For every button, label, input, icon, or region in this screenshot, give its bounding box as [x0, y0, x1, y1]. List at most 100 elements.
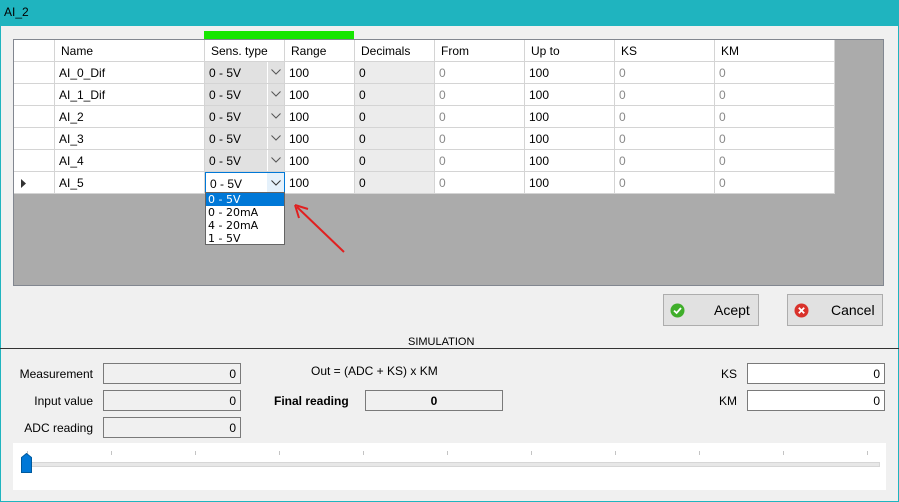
- decimals-cell[interactable]: 0: [355, 128, 435, 150]
- decimals-cell[interactable]: 0: [355, 84, 435, 106]
- measurement-label: Measurement: [19, 367, 93, 381]
- header-km[interactable]: KM: [715, 40, 835, 62]
- header-name[interactable]: Name: [55, 40, 205, 62]
- accept-button[interactable]: Acept: [663, 294, 759, 326]
- dropdown-option[interactable]: 1 - 5V: [206, 232, 284, 245]
- km-cell[interactable]: 0: [715, 84, 835, 106]
- chevron-down-icon[interactable]: [267, 106, 284, 127]
- slider-track[interactable]: [21, 462, 880, 467]
- chevron-down-icon[interactable]: [267, 62, 284, 83]
- header-decimals[interactable]: Decimals: [355, 40, 435, 62]
- from-cell[interactable]: 0: [435, 150, 525, 172]
- sens-type-combo[interactable]: 0 - 5V: [205, 84, 285, 106]
- table-row[interactable]: AI_1_Dif 0 - 5V 100 0 0 100 0 0: [14, 84, 835, 106]
- up-to-cell[interactable]: 100: [525, 84, 615, 106]
- range-cell[interactable]: 100: [285, 62, 355, 84]
- up-to-cell[interactable]: 100: [525, 128, 615, 150]
- table-row[interactable]: AI_4 0 - 5V 100 0 0 100 0 0: [14, 150, 835, 172]
- dropdown-option[interactable]: 4 - 20mA: [206, 219, 284, 232]
- ks-cell[interactable]: 0: [615, 62, 715, 84]
- ks-cell[interactable]: 0: [615, 84, 715, 106]
- up-to-cell[interactable]: 100: [525, 62, 615, 84]
- header-sens-type[interactable]: Sens. type: [205, 40, 285, 62]
- decimals-cell[interactable]: 0: [355, 106, 435, 128]
- from-cell[interactable]: 0: [435, 106, 525, 128]
- name-cell[interactable]: AI_3: [55, 128, 205, 150]
- km-cell[interactable]: 0: [715, 150, 835, 172]
- slider-tick: [615, 451, 616, 455]
- chevron-down-icon[interactable]: [267, 150, 284, 171]
- row-selector[interactable]: [14, 150, 55, 172]
- up-to-cell[interactable]: 100: [525, 150, 615, 172]
- range-cell[interactable]: 100: [285, 106, 355, 128]
- name-cell[interactable]: AI_1_Dif: [55, 84, 205, 106]
- dropdown-option[interactable]: 0 - 5V: [206, 193, 284, 206]
- decimals-cell[interactable]: 0: [355, 62, 435, 84]
- input-value-field: 0: [103, 390, 241, 411]
- grid-header-row: Name Sens. type Range Decimals From Up t…: [14, 40, 835, 62]
- channels-grid[interactable]: Name Sens. type Range Decimals From Up t…: [13, 39, 884, 286]
- from-cell[interactable]: 0: [435, 172, 525, 194]
- up-to-cell[interactable]: 100: [525, 106, 615, 128]
- ks-input[interactable]: 0: [747, 363, 885, 384]
- ks-cell[interactable]: 0: [615, 150, 715, 172]
- table-row[interactable]: AI_3 0 - 5V 100 0 0 100 0 0: [14, 128, 835, 150]
- dropdown-option[interactable]: 0 - 20mA: [206, 206, 284, 219]
- sens-type-combo[interactable]: 0 - 5V: [205, 128, 285, 150]
- cancel-button[interactable]: Cancel: [787, 294, 883, 326]
- header-ks[interactable]: KS: [615, 40, 715, 62]
- adc-reading-label: ADC reading: [24, 421, 93, 435]
- sens-type-combo[interactable]: 0 - 5V: [205, 150, 285, 172]
- row-selector[interactable]: [14, 62, 55, 84]
- sens-type-value: 0 - 5V: [209, 154, 242, 168]
- decimals-cell[interactable]: 0: [355, 150, 435, 172]
- row-selector[interactable]: [14, 128, 55, 150]
- window-title: AI_2: [4, 5, 29, 19]
- row-selector[interactable]: [14, 172, 55, 194]
- km-cell[interactable]: 0: [715, 62, 835, 84]
- chevron-down-icon[interactable]: [267, 128, 284, 149]
- table-row[interactable]: AI_2 0 - 5V 100 0 0 100 0 0: [14, 106, 835, 128]
- km-cell[interactable]: 0: [715, 106, 835, 128]
- from-cell[interactable]: 0: [435, 128, 525, 150]
- range-cell[interactable]: 100: [285, 150, 355, 172]
- ks-cell[interactable]: 0: [615, 172, 715, 194]
- table-row[interactable]: AI_0_Dif 0 - 5V 100 0 0 100 0 0: [14, 62, 835, 84]
- row-selector[interactable]: [14, 84, 55, 106]
- km-cell[interactable]: 0: [715, 128, 835, 150]
- header-from[interactable]: From: [435, 40, 525, 62]
- range-cell[interactable]: 100: [285, 84, 355, 106]
- final-reading-label: Final reading: [274, 394, 349, 408]
- up-to-cell[interactable]: 100: [525, 172, 615, 194]
- x-circle-icon: [794, 303, 809, 318]
- sens-type-combo[interactable]: 0 - 5V: [205, 62, 285, 84]
- chevron-down-icon[interactable]: [267, 84, 284, 105]
- slider-thumb[interactable]: [21, 453, 32, 473]
- decimals-cell[interactable]: 0: [355, 172, 435, 194]
- simulation-slider[interactable]: [13, 443, 886, 490]
- ks-cell[interactable]: 0: [615, 128, 715, 150]
- from-cell[interactable]: 0: [435, 84, 525, 106]
- sens-type-value: 0 - 5V: [209, 88, 242, 102]
- name-cell[interactable]: AI_5: [55, 172, 205, 194]
- range-cell[interactable]: 100: [285, 172, 355, 194]
- sens-type-dropdown-list[interactable]: 0 - 5V 0 - 20mA 4 - 20mA 1 - 5V: [205, 192, 285, 245]
- range-cell[interactable]: 100: [285, 128, 355, 150]
- ks-cell[interactable]: 0: [615, 106, 715, 128]
- formula-text: Out = (ADC + KS) x KM: [311, 364, 438, 378]
- sens-type-combo[interactable]: 0 - 5V: [205, 106, 285, 128]
- slider-tick: [195, 451, 196, 455]
- row-selector[interactable]: [14, 106, 55, 128]
- sens-type-combo-active[interactable]: 0 - 5V: [205, 172, 285, 194]
- chevron-down-icon[interactable]: [267, 173, 284, 193]
- from-cell[interactable]: 0: [435, 62, 525, 84]
- name-cell[interactable]: AI_0_Dif: [55, 62, 205, 84]
- name-cell[interactable]: AI_4: [55, 150, 205, 172]
- km-cell[interactable]: 0: [715, 172, 835, 194]
- name-cell[interactable]: AI_2: [55, 106, 205, 128]
- header-up-to[interactable]: Up to: [525, 40, 615, 62]
- table-row-current[interactable]: AI_5 0 - 5V 100 0 0 100 0 0: [14, 172, 835, 194]
- header-range[interactable]: Range: [285, 40, 355, 62]
- slider-tick: [783, 451, 784, 455]
- km-input[interactable]: 0: [747, 390, 885, 411]
